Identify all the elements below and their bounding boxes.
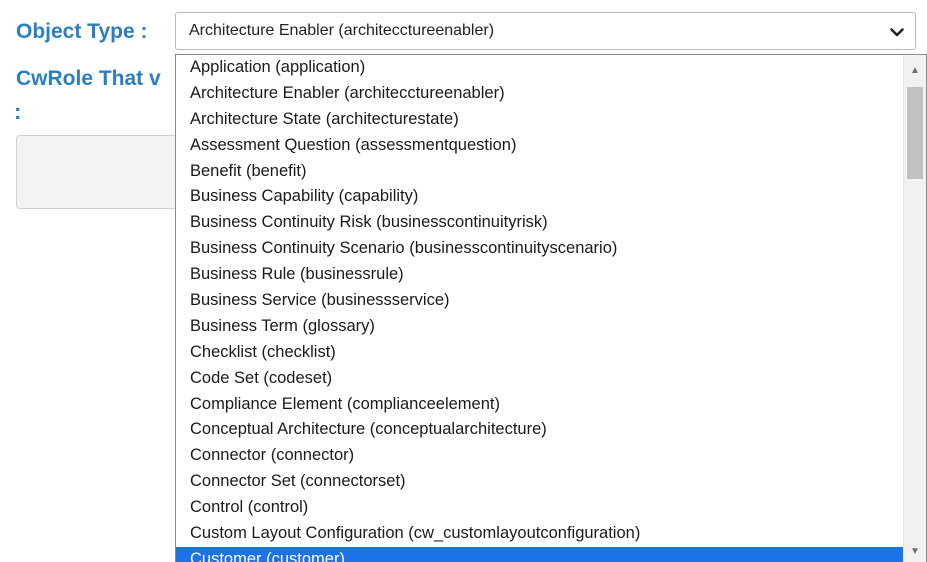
- dropdown-option[interactable]: Benefit (benefit): [176, 159, 904, 185]
- dropdown-option[interactable]: Business Continuity Risk (businesscontin…: [176, 210, 904, 236]
- dropdown-option[interactable]: Business Continuity Scenario (businessco…: [176, 236, 904, 262]
- dropdown-option[interactable]: Custom Layout Configuration (cw_customla…: [176, 521, 904, 547]
- chevron-down-icon: [890, 28, 904, 37]
- dropdown-option[interactable]: Business Service (businessservice): [176, 288, 904, 314]
- dropdown-option[interactable]: Connector Set (connectorset): [176, 469, 904, 495]
- dropdown-option[interactable]: Business Term (glossary): [176, 314, 904, 340]
- dropdown-scrollbar[interactable]: ▲ ▼: [903, 55, 926, 562]
- scroll-up-icon[interactable]: ▲: [904, 61, 926, 79]
- dropdown-option[interactable]: Architecture Enabler (architecctureenabl…: [176, 81, 904, 107]
- page: Object Type : CwRole That v : Architectu…: [0, 0, 927, 562]
- dropdown-option[interactable]: Checklist (checklist): [176, 340, 904, 366]
- dropdown-option[interactable]: Assessment Question (assessmentquestion): [176, 133, 904, 159]
- dropdown-option[interactable]: Business Capability (capability): [176, 184, 904, 210]
- object-type-select-value: Architecture Enabler (architecctureenabl…: [189, 22, 495, 39]
- dropdown-option[interactable]: Compliance Element (complianceelement): [176, 392, 904, 418]
- object-type-select[interactable]: Architecture Enabler (architecctureenabl…: [175, 12, 916, 50]
- object-type-dropdown-list[interactable]: Application (application) Architecture En…: [175, 54, 927, 562]
- scroll-down-icon[interactable]: ▼: [904, 542, 926, 560]
- dropdown-option[interactable]: Application (application): [176, 55, 904, 81]
- cwrole-label: CwRole That v: [16, 67, 161, 90]
- dropdown-option[interactable]: Business Rule (businessrule): [176, 262, 904, 288]
- cwrole-label-colon: :: [14, 99, 22, 124]
- scrollbar-thumb[interactable]: [907, 87, 923, 179]
- dropdown-option[interactable]: Connector (connector): [176, 443, 904, 469]
- dropdown-option[interactable]: Code Set (codeset): [176, 366, 904, 392]
- dropdown-option[interactable]: Conceptual Architecture (conceptualarchi…: [176, 417, 904, 443]
- object-type-label: Object Type :: [16, 20, 148, 43]
- dropdown-option[interactable]: Architecture State (architecturestate): [176, 107, 904, 133]
- dropdown-option[interactable]: Control (control): [176, 495, 904, 521]
- dropdown-option[interactable]: Customer (customer): [176, 546, 904, 562]
- dropdown-options: Application (application) Architecture En…: [176, 55, 904, 562]
